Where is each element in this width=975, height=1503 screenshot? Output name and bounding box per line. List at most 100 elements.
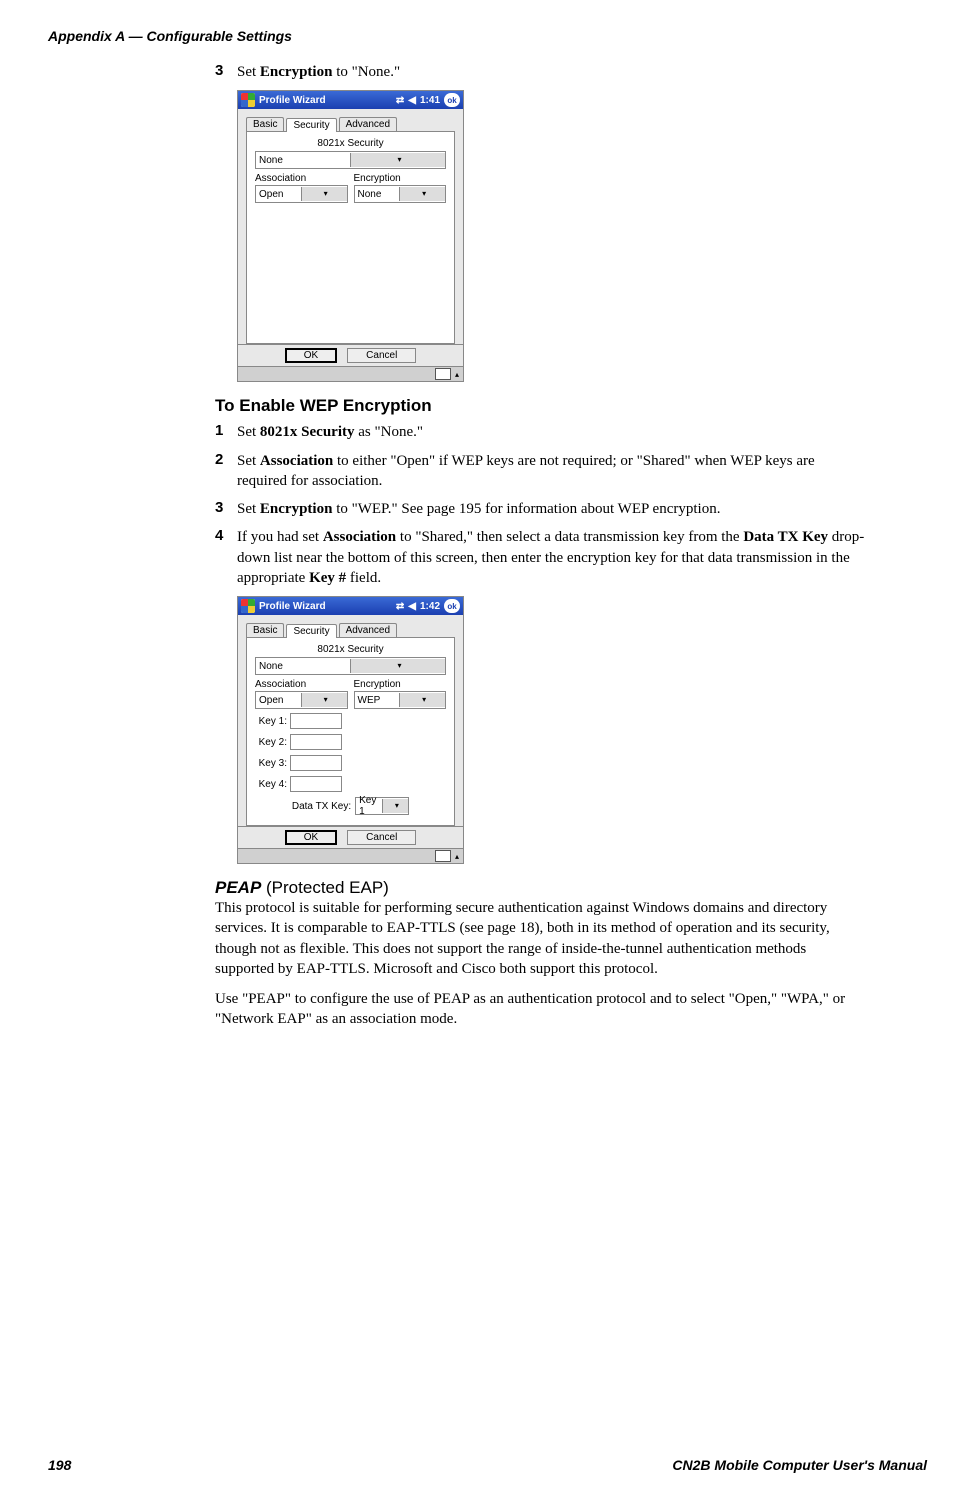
key2-label: Key 2: xyxy=(255,737,287,748)
combo-value: Open xyxy=(256,695,301,706)
association-label: Association xyxy=(255,173,348,184)
clock-time: 1:41 xyxy=(420,95,440,106)
screenshot-profile-wizard-wep: Profile Wizard ⇄ ◀ 1:42 ok Basic Securit… xyxy=(237,596,464,864)
text: field. xyxy=(346,570,381,586)
key3-input[interactable] xyxy=(290,755,342,771)
ok-button[interactable]: OK xyxy=(285,830,337,845)
tab-basic[interactable]: Basic xyxy=(246,117,284,131)
windows-flag-icon xyxy=(241,599,255,613)
bold-term: Association xyxy=(260,453,333,469)
keyboard-icon[interactable] xyxy=(435,368,451,380)
clock-time: 1:42 xyxy=(420,601,440,612)
ok-button[interactable]: ok xyxy=(444,599,460,613)
step-text: Set 8021x Security as "None." xyxy=(237,422,865,442)
text: to "WEP." See page 195 for information a… xyxy=(332,501,720,517)
step-text: Set Encryption to "WEP." See page 195 fo… xyxy=(237,499,865,519)
ok-button[interactable]: OK xyxy=(285,348,337,363)
key4-label: Key 4: xyxy=(255,779,287,790)
tab-basic[interactable]: Basic xyxy=(246,623,284,637)
group-label-8021x: 8021x Security xyxy=(255,644,446,655)
text: to "None." xyxy=(332,64,400,80)
bold-term: 8021x Security xyxy=(260,424,355,440)
tab-security[interactable]: Security xyxy=(286,118,336,132)
page-number: 198 xyxy=(48,1457,71,1473)
data-tx-key-label: Data TX Key: xyxy=(292,801,351,812)
step-text: Set Association to either "Open" if WEP … xyxy=(237,451,865,492)
step-number: 3 xyxy=(215,62,237,82)
step-number: 1 xyxy=(215,422,237,442)
key1-label: Key 1: xyxy=(255,716,287,727)
encryption-label: Encryption xyxy=(354,173,447,184)
bold-term: Association xyxy=(323,529,396,545)
chevron-down-icon: ▾ xyxy=(350,659,445,673)
combo-value: None xyxy=(355,189,400,200)
text: as "None." xyxy=(355,424,423,440)
bold-term: Encryption xyxy=(260,501,333,517)
chevron-down-icon: ▾ xyxy=(382,799,409,813)
text: Set xyxy=(237,64,260,80)
peap-heading: PEAP (Protected EAP) xyxy=(215,878,865,898)
ok-button[interactable]: ok xyxy=(444,93,460,107)
combo-value: None xyxy=(256,155,350,166)
connectivity-icon: ⇄ xyxy=(396,601,404,612)
association-combo[interactable]: Open ▾ xyxy=(255,691,348,709)
step-text: If you had set Association to "Shared," … xyxy=(237,527,865,588)
peap-paragraph-1: This protocol is suitable for performing… xyxy=(215,898,865,979)
up-arrow-icon[interactable]: ▴ xyxy=(455,370,459,379)
association-label: Association xyxy=(255,679,348,690)
text: to "Shared," then select a data transmis… xyxy=(396,529,743,545)
association-combo[interactable]: Open ▾ xyxy=(255,185,348,203)
screenshot-profile-wizard-none: Profile Wizard ⇄ ◀ 1:41 ok Basic Securit… xyxy=(237,90,464,382)
step-text: Set Encryption to "None." xyxy=(237,62,865,82)
window-title: Profile Wizard xyxy=(259,601,326,612)
text: Set xyxy=(237,453,260,469)
manual-title: CN2B Mobile Computer User's Manual xyxy=(672,1457,927,1473)
keyboard-icon[interactable] xyxy=(435,850,451,862)
connectivity-icon: ⇄ xyxy=(396,95,404,106)
step-number: 4 xyxy=(215,527,237,588)
window-title: Profile Wizard xyxy=(259,95,326,106)
peap-paragraph-2: Use "PEAP" to configure the use of PEAP … xyxy=(215,989,865,1030)
combo-value: None xyxy=(256,661,350,672)
bold-term: Data TX Key xyxy=(743,529,828,545)
tab-advanced[interactable]: Advanced xyxy=(339,117,397,131)
text: Set xyxy=(237,501,260,517)
combo-value: Key 1 xyxy=(356,795,382,817)
key3-label: Key 3: xyxy=(255,758,287,769)
step-number: 3 xyxy=(215,499,237,519)
volume-icon: ◀ xyxy=(408,601,416,612)
heading-bold: PEAP xyxy=(215,878,261,897)
window-titlebar: Profile Wizard ⇄ ◀ 1:41 ok xyxy=(238,91,463,109)
chevron-down-icon: ▾ xyxy=(301,693,347,707)
window-titlebar: Profile Wizard ⇄ ◀ 1:42 ok xyxy=(238,597,463,615)
key1-input[interactable] xyxy=(290,713,342,729)
step-number: 2 xyxy=(215,451,237,492)
text: If you had set xyxy=(237,529,323,545)
encryption-combo[interactable]: WEP ▾ xyxy=(354,691,447,709)
volume-icon: ◀ xyxy=(408,95,416,106)
cancel-button[interactable]: Cancel xyxy=(347,348,416,363)
cancel-button[interactable]: Cancel xyxy=(347,830,416,845)
up-arrow-icon[interactable]: ▴ xyxy=(455,852,459,861)
combo-value: Open xyxy=(256,189,301,200)
windows-flag-icon xyxy=(241,93,255,107)
tab-security[interactable]: Security xyxy=(286,624,336,638)
heading-paren: (Protected EAP) xyxy=(261,878,389,897)
chevron-down-icon: ▾ xyxy=(399,187,445,201)
combo-value: WEP xyxy=(355,695,400,706)
chevron-down-icon: ▾ xyxy=(301,187,347,201)
key4-input[interactable] xyxy=(290,776,342,792)
data-tx-key-combo[interactable]: Key 1 ▾ xyxy=(355,797,409,815)
subheading-enable-wep: To Enable WEP Encryption xyxy=(215,396,865,416)
running-header: Appendix A — Configurable Settings xyxy=(48,28,292,44)
security-8021x-combo[interactable]: None ▾ xyxy=(255,657,446,675)
group-label-8021x: 8021x Security xyxy=(255,138,446,149)
key2-input[interactable] xyxy=(290,734,342,750)
encryption-combo[interactable]: None ▾ xyxy=(354,185,447,203)
chevron-down-icon: ▾ xyxy=(350,153,445,167)
encryption-label: Encryption xyxy=(354,679,447,690)
text: Set xyxy=(237,424,260,440)
security-8021x-combo[interactable]: None ▾ xyxy=(255,151,446,169)
bold-term: Key # xyxy=(309,570,346,586)
tab-advanced[interactable]: Advanced xyxy=(339,623,397,637)
